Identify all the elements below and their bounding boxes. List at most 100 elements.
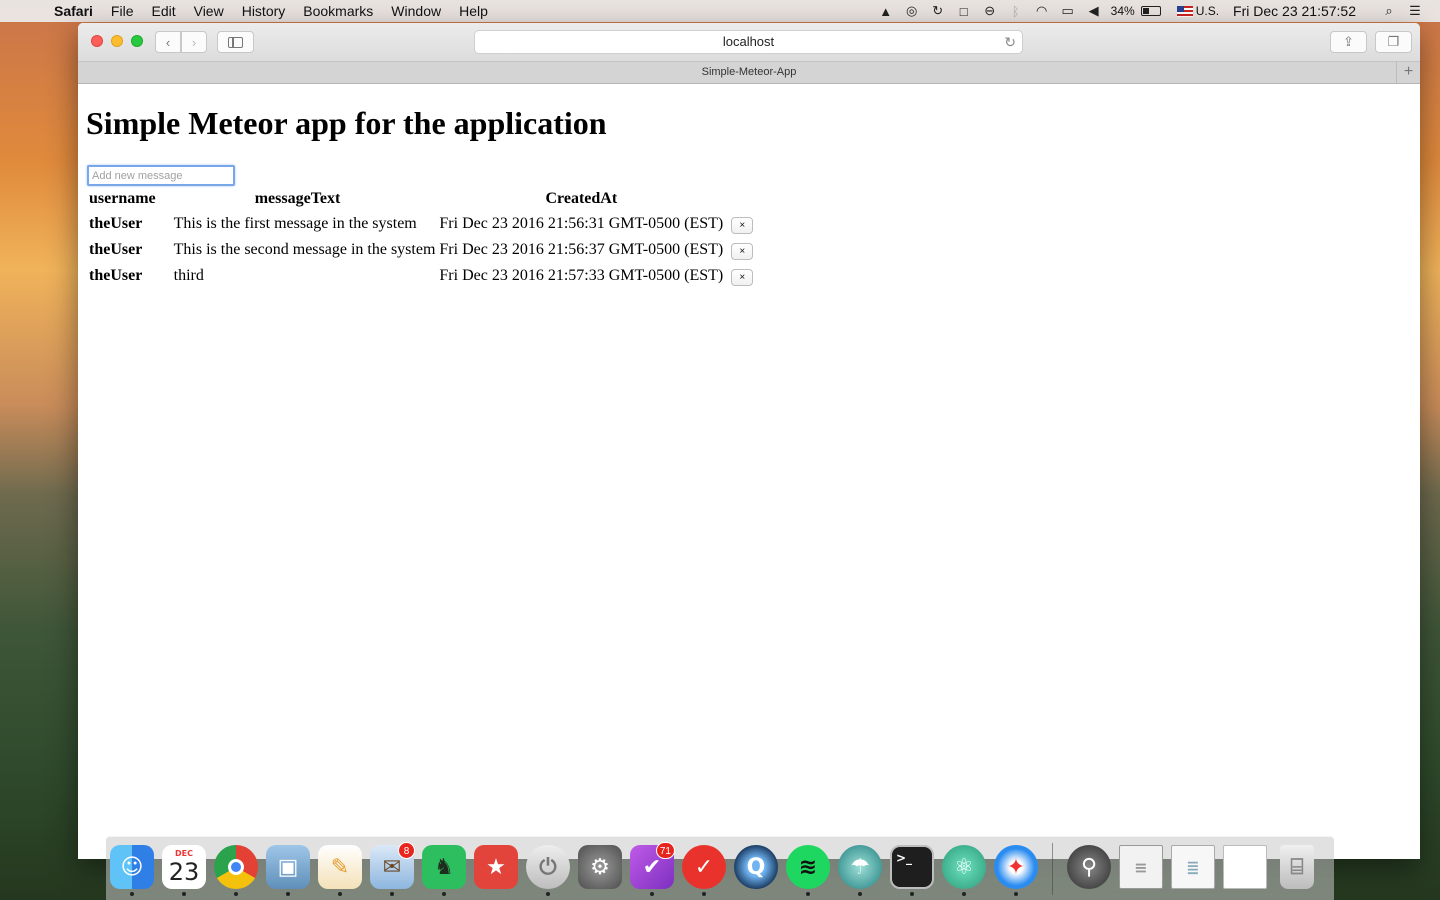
calendar-day: 23	[168, 858, 200, 886]
running-indicator	[130, 892, 134, 896]
cell-created-at: Fri Dec 23 2016 21:56:31 GMT-0500 (EST)	[439, 215, 724, 232]
airplay-icon[interactable]: ▭	[1057, 3, 1079, 19]
dock-app-mail[interactable]: ✉ 8	[366, 837, 418, 897]
reload-icon[interactable]: ↻	[1004, 31, 1016, 53]
mail-badge: 8	[398, 842, 415, 859]
table-header-row: username messageText CreatedAt	[87, 189, 755, 211]
new-message-input[interactable]	[87, 165, 235, 186]
delete-message-button[interactable]: ×	[731, 242, 754, 260]
cell-message-text: This is the second message in the system	[173, 241, 436, 258]
chrome-icon	[214, 845, 258, 889]
dock-app-calendar[interactable]: DEC 23	[158, 837, 210, 897]
dock-item-document[interactable]: ≣	[1167, 837, 1219, 897]
menu-window[interactable]: Window	[382, 3, 450, 19]
battery-percent[interactable]: 34%	[1111, 4, 1135, 18]
dock-app-evernote[interactable]: ♞	[418, 837, 470, 897]
drive-icon[interactable]: ▲	[875, 4, 897, 19]
share-button[interactable]: ⇪	[1330, 31, 1367, 53]
shutdown-icon: ⏻	[526, 845, 570, 889]
zoom-window-button[interactable]	[131, 35, 143, 47]
square-icon[interactable]: □	[953, 4, 975, 19]
running-indicator	[1014, 892, 1018, 896]
show-tabs-button[interactable]: ❐	[1375, 31, 1412, 53]
dock-item-blank-document[interactable]	[1219, 837, 1271, 897]
dock-app-atom[interactable]: ⚛	[938, 837, 990, 897]
volume-icon[interactable]: ◀	[1083, 3, 1105, 19]
running-indicator	[338, 892, 342, 896]
dock-app-chrome[interactable]	[210, 837, 262, 897]
trash-icon: ⌸	[1280, 845, 1314, 889]
dock-app-system-preferences[interactable]: ⚙	[574, 837, 626, 897]
menu-view[interactable]: View	[185, 3, 233, 19]
document-icon	[1223, 845, 1267, 889]
spotlight-icon[interactable]: ⌕	[1378, 3, 1400, 19]
bluetooth-icon[interactable]: ᛒ	[1005, 4, 1027, 19]
notification-center-icon[interactable]: ☰	[1404, 3, 1426, 19]
address-bar[interactable]: localhost ↻	[474, 30, 1023, 54]
cell-username: theUser	[89, 215, 143, 232]
dock: ☺ DEC 23 ▣ ✎ ✉ 8 ♞ ★ ⏻ ⚙ ✔ 71 ✓ Q ≋ ☂ >_…	[106, 836, 1334, 900]
chevron-right-icon: ›	[191, 34, 197, 50]
menubar-clock[interactable]: Fri Dec 23 21:57:52	[1233, 3, 1356, 19]
time-machine-icon[interactable]: ↻	[927, 3, 949, 19]
running-indicator	[702, 892, 706, 896]
bookmark-app-icon: ★	[474, 845, 518, 889]
table-row: theUser third Fri Dec 23 2016 21:57:33 G…	[87, 263, 755, 289]
menu-file[interactable]: File	[102, 3, 143, 19]
table-row: theUser This is the first message in the…	[87, 211, 755, 237]
dock-app-finder[interactable]: ☺	[106, 837, 158, 897]
delete-message-button[interactable]: ×	[731, 268, 754, 286]
menu-app-name[interactable]: Safari	[54, 3, 102, 19]
page-title: Simple Meteor app for the application	[86, 105, 607, 141]
quicktime-icon: Q	[734, 845, 778, 889]
dock-app-alfred[interactable]: ⚲	[1063, 837, 1115, 897]
share-icon: ⇪	[1343, 34, 1354, 49]
forward-button[interactable]: ›	[181, 31, 207, 53]
running-indicator	[546, 892, 550, 896]
sidebar-toggle-button[interactable]	[217, 31, 254, 53]
dock-app-spotify[interactable]: ≋	[782, 837, 834, 897]
running-indicator	[806, 892, 810, 896]
dock-app-trash[interactable]: ⌸	[1271, 837, 1323, 897]
atom-icon: ⚛	[942, 845, 986, 889]
do-not-disturb-icon[interactable]: ⊖	[979, 3, 1001, 19]
target-icon[interactable]: ◎	[901, 3, 923, 19]
dock-app-terminal[interactable]: >_	[886, 837, 938, 897]
wifi-icon[interactable]: ◠	[1031, 3, 1053, 19]
cell-message-text: This is the first message in the system	[173, 215, 417, 232]
dock-app-preview[interactable]: ▣	[262, 837, 314, 897]
dock-app-omnifocus[interactable]: ✔ 71	[626, 837, 678, 897]
cell-created-at: Fri Dec 23 2016 21:57:33 GMT-0500 (EST)	[439, 267, 724, 284]
dock-app-quicktime[interactable]: Q	[730, 837, 782, 897]
delete-message-button[interactable]: ×	[731, 216, 754, 234]
battery-icon[interactable]	[1140, 6, 1161, 16]
sidebar-icon	[228, 36, 243, 48]
menu-help[interactable]: Help	[450, 3, 497, 19]
menu-edit[interactable]: Edit	[142, 3, 184, 19]
cell-created-at: Fri Dec 23 2016 21:56:37 GMT-0500 (EST)	[439, 241, 724, 258]
menu-bookmarks[interactable]: Bookmarks	[294, 3, 382, 19]
wunderlist-icon: ✓	[682, 845, 726, 889]
cell-username: theUser	[89, 267, 143, 284]
new-tab-button[interactable]: +	[1396, 62, 1420, 83]
dock-app-safari[interactable]: ✦	[990, 837, 1042, 897]
back-button[interactable]: ‹	[155, 31, 181, 53]
dock-app-pages[interactable]: ✎	[314, 837, 366, 897]
messages-table: username messageText CreatedAt theUser T…	[87, 189, 755, 289]
input-source-label[interactable]: U.S.	[1196, 4, 1219, 18]
dock-app-wunderlist[interactable]: ✓	[678, 837, 730, 897]
minimize-window-button[interactable]	[111, 35, 123, 47]
dock-app-island[interactable]: ☂	[834, 837, 886, 897]
terminal-icon: >_	[890, 845, 934, 889]
menu-bar: Safari File Edit View History Bookmarks …	[0, 0, 1440, 22]
tab-title[interactable]: Simple-Meteor-App	[702, 66, 797, 78]
cell-actions: ×	[725, 211, 755, 237]
column-header-message-text: messageText	[254, 190, 341, 207]
menu-history[interactable]: History	[233, 3, 295, 19]
dock-app-bookmark[interactable]: ★	[470, 837, 522, 897]
pages-icon: ✎	[318, 845, 362, 889]
close-window-button[interactable]	[91, 35, 103, 47]
us-flag-icon[interactable]	[1176, 5, 1193, 17]
dock-item-document-stack[interactable]: ≡	[1115, 837, 1167, 897]
dock-app-shutdown[interactable]: ⏻	[522, 837, 574, 897]
